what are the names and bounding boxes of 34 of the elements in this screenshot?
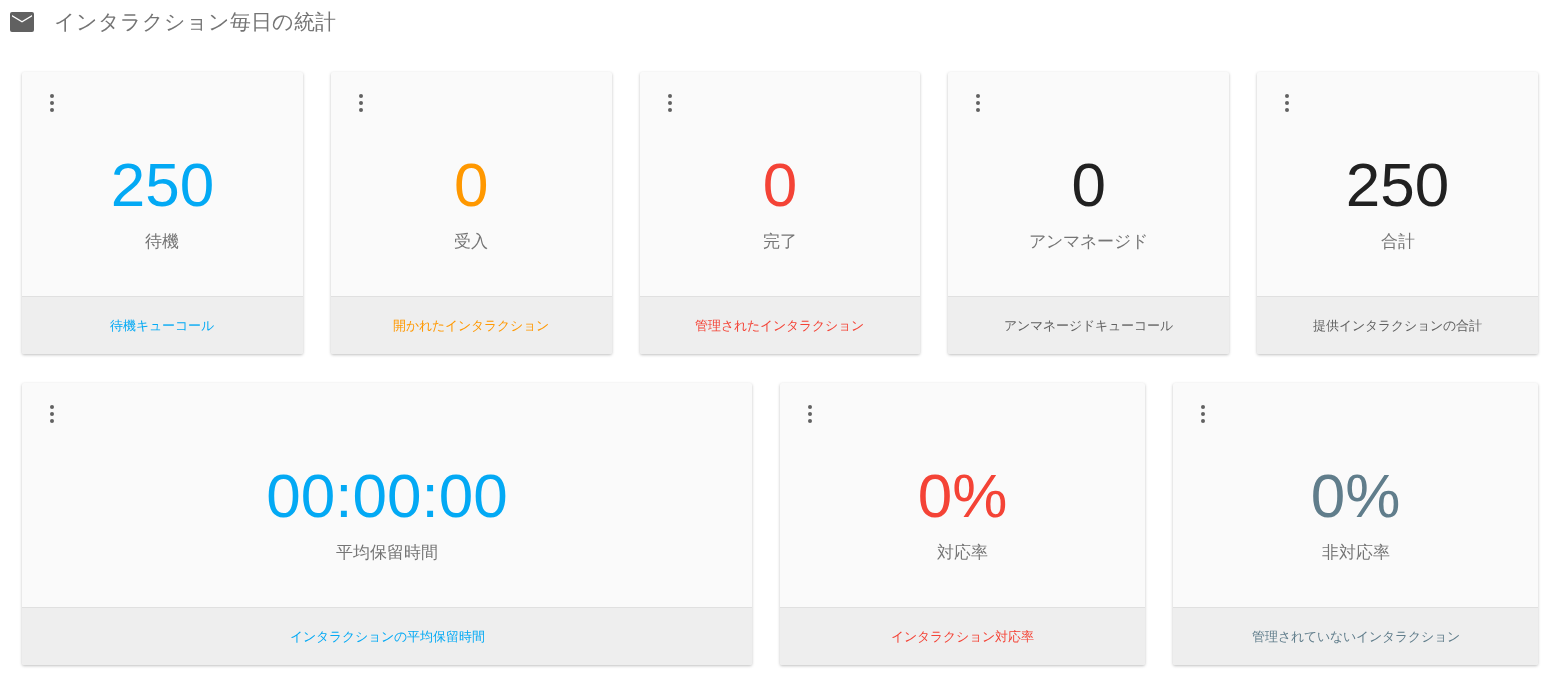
- more-vertical-icon: [667, 94, 672, 112]
- stat-description: アンマネージドキューコール: [1004, 316, 1174, 335]
- stat-value: 00:00:00: [266, 465, 508, 527]
- stat-description: インタラクションの平均保留時間: [289, 627, 485, 646]
- stat-value: 0: [762, 154, 798, 216]
- stat-label: アンマネージド: [1029, 230, 1149, 253]
- more-vertical-icon: [976, 94, 981, 112]
- page-title: インタラクション毎日の統計: [54, 9, 336, 36]
- more-vertical-icon: [50, 94, 54, 112]
- stat-description: 管理されたインタラクション: [695, 316, 865, 335]
- more-vertical-icon: [808, 405, 812, 423]
- stat-label: 非対応率: [1321, 541, 1390, 564]
- more-vertical-icon: [1285, 94, 1290, 112]
- more-vertical-icon: [358, 94, 363, 112]
- stat-label: 対応率: [937, 541, 988, 564]
- stat-value: 0%: [917, 465, 1008, 527]
- more-vertical-icon: [1201, 405, 1205, 423]
- stat-description: 管理されていないインタラクション: [1251, 627, 1460, 646]
- stat-label: 完了: [763, 230, 797, 253]
- stat-value: 250: [1345, 154, 1450, 216]
- stat-label: 合計: [1380, 230, 1415, 253]
- mail-icon: [10, 12, 34, 32]
- stat-label: 待機: [145, 230, 180, 253]
- stat-value: 0%: [1310, 465, 1401, 527]
- more-vertical-icon: [50, 405, 54, 423]
- stat-description: インタラクション対応率: [891, 627, 1034, 646]
- stat-label: 受入: [454, 230, 489, 253]
- stat-value: 0: [453, 154, 489, 216]
- stat-description: 提供インタラクションの合計: [1313, 316, 1483, 335]
- stat-description: 待機キューコール: [110, 316, 215, 335]
- stat-description: 開かれたインタラクション: [393, 316, 550, 335]
- stat-value: 250: [110, 154, 215, 216]
- stat-label: 平均保留時間: [336, 541, 438, 564]
- stat-value: 0: [1071, 154, 1107, 216]
